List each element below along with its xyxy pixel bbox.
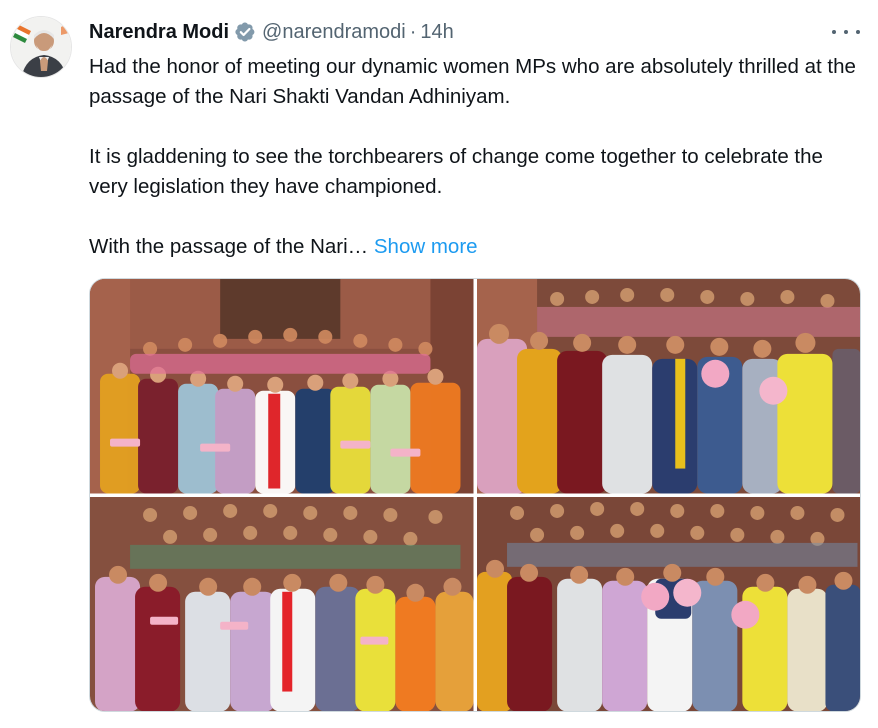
author-avatar[interactable]	[10, 16, 72, 78]
tweet-paragraph: Had the honor of meeting our dynamic wom…	[89, 55, 856, 108]
media-photo-2[interactable]	[476, 279, 860, 494]
author-name[interactable]: Narendra Modi	[89, 21, 229, 44]
timestamp[interactable]: 14h	[420, 21, 453, 44]
author-handle[interactable]: @narendramodi	[262, 21, 406, 44]
tweet-paragraph: With the passage of the Nari…	[89, 235, 369, 258]
tweet-text: Had the honor of meeting our dynamic wom…	[89, 52, 859, 262]
media-photo-4[interactable]	[476, 496, 860, 711]
media-photo-1[interactable]	[90, 279, 474, 494]
media-photo-3[interactable]	[90, 496, 474, 711]
verified-badge-icon[interactable]	[234, 21, 256, 43]
show-more-link[interactable]: Show more	[374, 235, 478, 258]
more-dot	[832, 30, 836, 34]
more-dot	[844, 30, 848, 34]
media-grid	[89, 278, 861, 712]
more-options-icon[interactable]	[832, 21, 860, 43]
tweet-paragraph-truncated: With the passage of the Nari… Show more	[89, 232, 859, 262]
tweet-header: Narendra Modi @narendramodi · 14h	[89, 19, 454, 45]
more-dot	[856, 30, 860, 34]
tweet-paragraph: It is gladdening to see the torchbearers…	[89, 145, 823, 198]
separator-dot: ·	[409, 20, 417, 43]
